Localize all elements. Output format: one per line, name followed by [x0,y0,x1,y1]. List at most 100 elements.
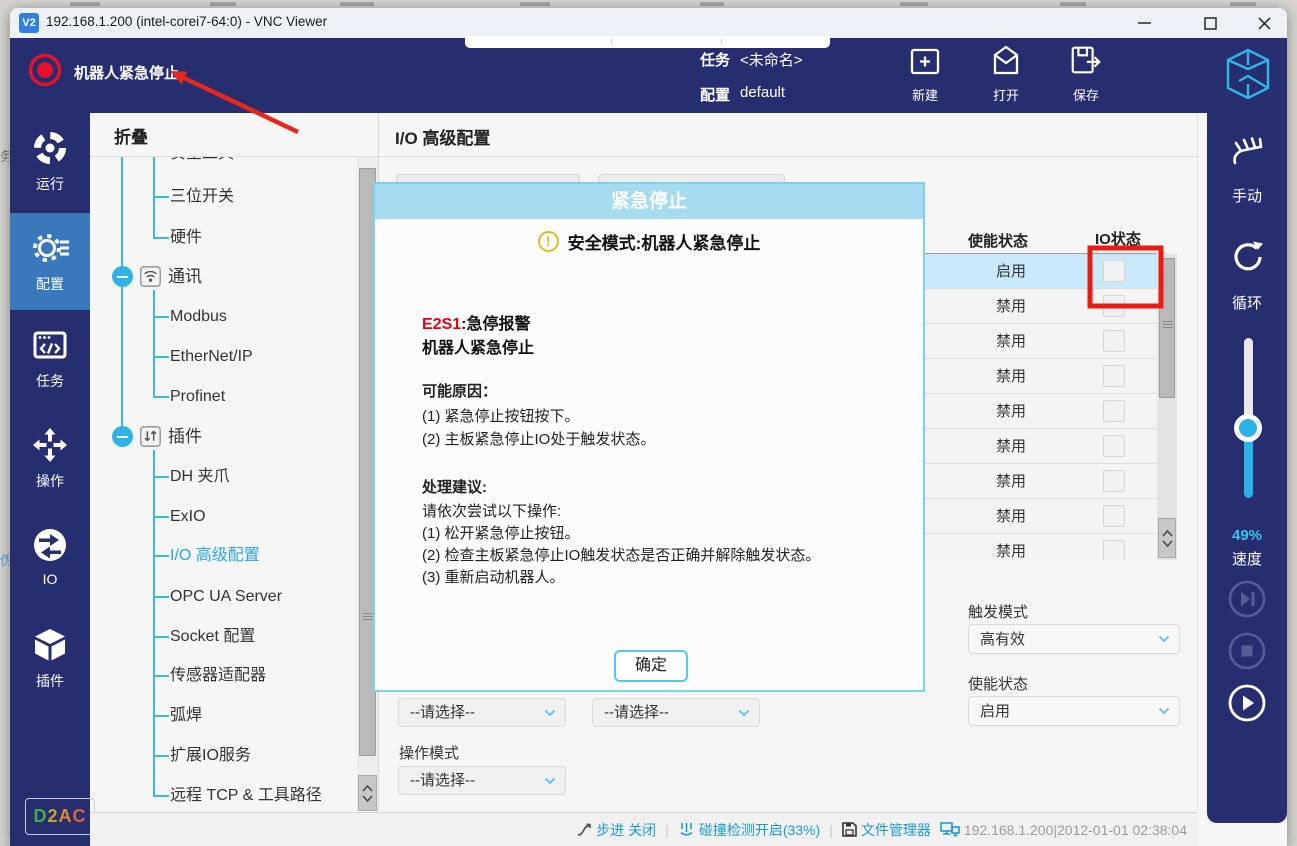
background-window-fragment [210,2,236,6]
enable-state-select[interactable]: 启用 [968,696,1180,726]
table-scroll-buttons[interactable] [1158,518,1176,558]
scroll-up-icon[interactable] [362,785,373,792]
trigger-mode-select[interactable]: 高有效 [968,624,1180,654]
sidebar-item-config[interactable]: 配置 [10,213,90,310]
tree-item-sensor-adapter[interactable]: 传感器适配器 [90,665,340,687]
table-row[interactable]: 禁用 [925,324,1157,359]
advice-item: (1) 松开紧急停止按钮。 [422,522,580,543]
tree-item-plugins[interactable]: 插件 [90,426,340,448]
table-row[interactable]: 禁用 [925,289,1157,324]
tree-item-opc-ua-server[interactable]: OPC UA Server [90,586,340,608]
io-config-table: 启用 禁用 禁用 禁用 禁用 禁用 禁用 禁用 禁用 [925,254,1157,560]
tree-scroll-buttons[interactable] [358,775,377,811]
collision-detection-status[interactable]: 碰撞检测开启(33%) [678,820,820,840]
run-icon [31,129,69,167]
scroll-up-icon[interactable] [1162,530,1173,537]
trigger-mode-label: 触发模式 [968,601,1028,622]
causes-title: 可能原因： [422,380,497,401]
file-manager-button[interactable]: 文件管理器 [842,820,931,840]
operation-mode-label: 操作模式 [399,742,459,763]
maximize-icon [1204,17,1217,30]
close-button[interactable] [1242,10,1286,36]
new-button[interactable]: 新建 [894,42,956,104]
tree-item-modbus[interactable]: Modbus [90,306,340,328]
badge-letter: C [73,806,87,827]
chevron-down-icon [1158,707,1170,715]
tree-item-exio[interactable]: ExIO [90,506,340,528]
new-button-label: 新建 [894,85,956,104]
tree-item-io-advanced-config[interactable]: I/O 高级配置 [90,545,340,567]
communication-icon [140,266,161,287]
tree-item-socket-config[interactable]: Socket 配置 [90,626,340,648]
step-forward-button[interactable] [1228,580,1266,618]
step-mode-status[interactable]: 步进 关闭 [576,820,656,840]
table-row[interactable]: 启用 [925,254,1157,289]
tree-item-arc-welding[interactable]: 弧焊 [90,705,340,727]
separator: | [665,822,669,838]
sidebar-item-operate[interactable]: 操作 [10,410,90,507]
vnc-toolbar-tab[interactable] [465,36,830,48]
operation-mode-select[interactable]: --请选择-- [398,766,566,795]
tree-item-communication[interactable]: 通讯 [90,266,340,288]
select-placeholder-2[interactable]: --请选择-- [592,698,760,727]
io-state-checkbox[interactable] [1103,400,1125,422]
save-button-label: 保存 [1055,85,1117,104]
scroll-down-icon[interactable] [362,795,373,802]
background-window-fragment [1230,2,1256,6]
background-window-fragment [520,2,550,6]
io-state-checkbox[interactable] [1103,295,1125,317]
io-state-checkbox[interactable] [1103,540,1125,560]
new-file-icon [907,42,943,78]
tree-item-safety-tools[interactable]: 安全工具 [90,157,340,165]
sidebar-item-task[interactable]: 任务 [10,310,90,407]
sidebar-item-label: 操作 [10,471,90,491]
io-state-checkbox[interactable] [1103,505,1125,527]
io-state-checkbox[interactable] [1103,470,1125,492]
io-state-checkbox[interactable] [1103,260,1125,282]
table-row[interactable]: 禁用 [925,499,1157,534]
open-button[interactable]: 打开 [975,42,1037,104]
d2ac-badge[interactable]: D2AC [25,798,95,835]
tree-item-ethernet-ip[interactable]: EtherNet/IP [90,346,340,368]
tree-collapse-header[interactable]: 折叠 [114,123,148,148]
collapse-expander-icon[interactable] [112,266,133,287]
table-row[interactable]: 禁用 [925,429,1157,464]
plugin-io-icon [140,426,161,447]
maximize-button[interactable] [1188,10,1232,36]
tree-item-extended-io-service[interactable]: 扩展IO服务 [90,745,340,767]
io-state-checkbox[interactable] [1103,365,1125,387]
background-text-fragment: 伪 [0,550,9,569]
tree-item-dh-gripper[interactable]: DH 夹爪 [90,466,340,488]
background-text-fragment: 务 [0,146,9,165]
speed-value: 49% [1207,527,1287,544]
sidebar-item-io[interactable]: IO [10,510,90,607]
tree-item-remote-tcp-tool-path[interactable]: 远程 TCP & 工具路径 [90,785,340,807]
table-row[interactable]: 禁用 [925,394,1157,429]
select-placeholder-1[interactable]: --请选择-- [398,698,566,727]
sidebar-item-plugin[interactable]: 插件 [10,610,90,707]
table-scrollbar-thumb[interactable] [1159,258,1175,398]
table-row[interactable]: 禁用 [925,534,1157,560]
collapse-expander-icon[interactable] [112,426,133,447]
minimize-button[interactable] [1122,10,1166,36]
speed-slider-handle[interactable] [1234,414,1262,442]
ok-button[interactable]: 确定 [614,650,688,682]
table-row[interactable]: 禁用 [925,464,1157,499]
emergency-stop-dialog: 紧急停止 ! 安全模式:机器人紧急停止 E2S1:急停报警 机器人紧急停止 可能… [373,182,925,692]
sidebar-item-run[interactable]: 运行 [10,113,90,210]
tree-item-three-position-switch[interactable]: 三位开关 [90,186,340,208]
save-button[interactable]: 保存 [1055,42,1117,104]
stop-button[interactable] [1228,632,1266,670]
background-window-fragment [340,2,374,6]
io-state-checkbox[interactable] [1103,435,1125,457]
tree-item-hardware[interactable]: 硬件 [90,227,340,249]
tree-item-profinet[interactable]: Profinet [90,386,340,408]
io-state-checkbox[interactable] [1103,330,1125,352]
scroll-down-icon[interactable] [1162,540,1173,547]
advice-item: (2) 检查主板紧急停止IO触发状态是否正确并解除触发状态。 [422,544,820,565]
table-row[interactable]: 禁用 [925,359,1157,394]
vnc-logo-icon: V2 [19,13,39,33]
play-button[interactable] [1228,684,1266,722]
status-bar: 步进 关闭 | 碰撞检测开启(33%) | 文件管理器 192.168.1.20… [90,812,1197,846]
manual-mode-hand-icon [1227,135,1269,175]
